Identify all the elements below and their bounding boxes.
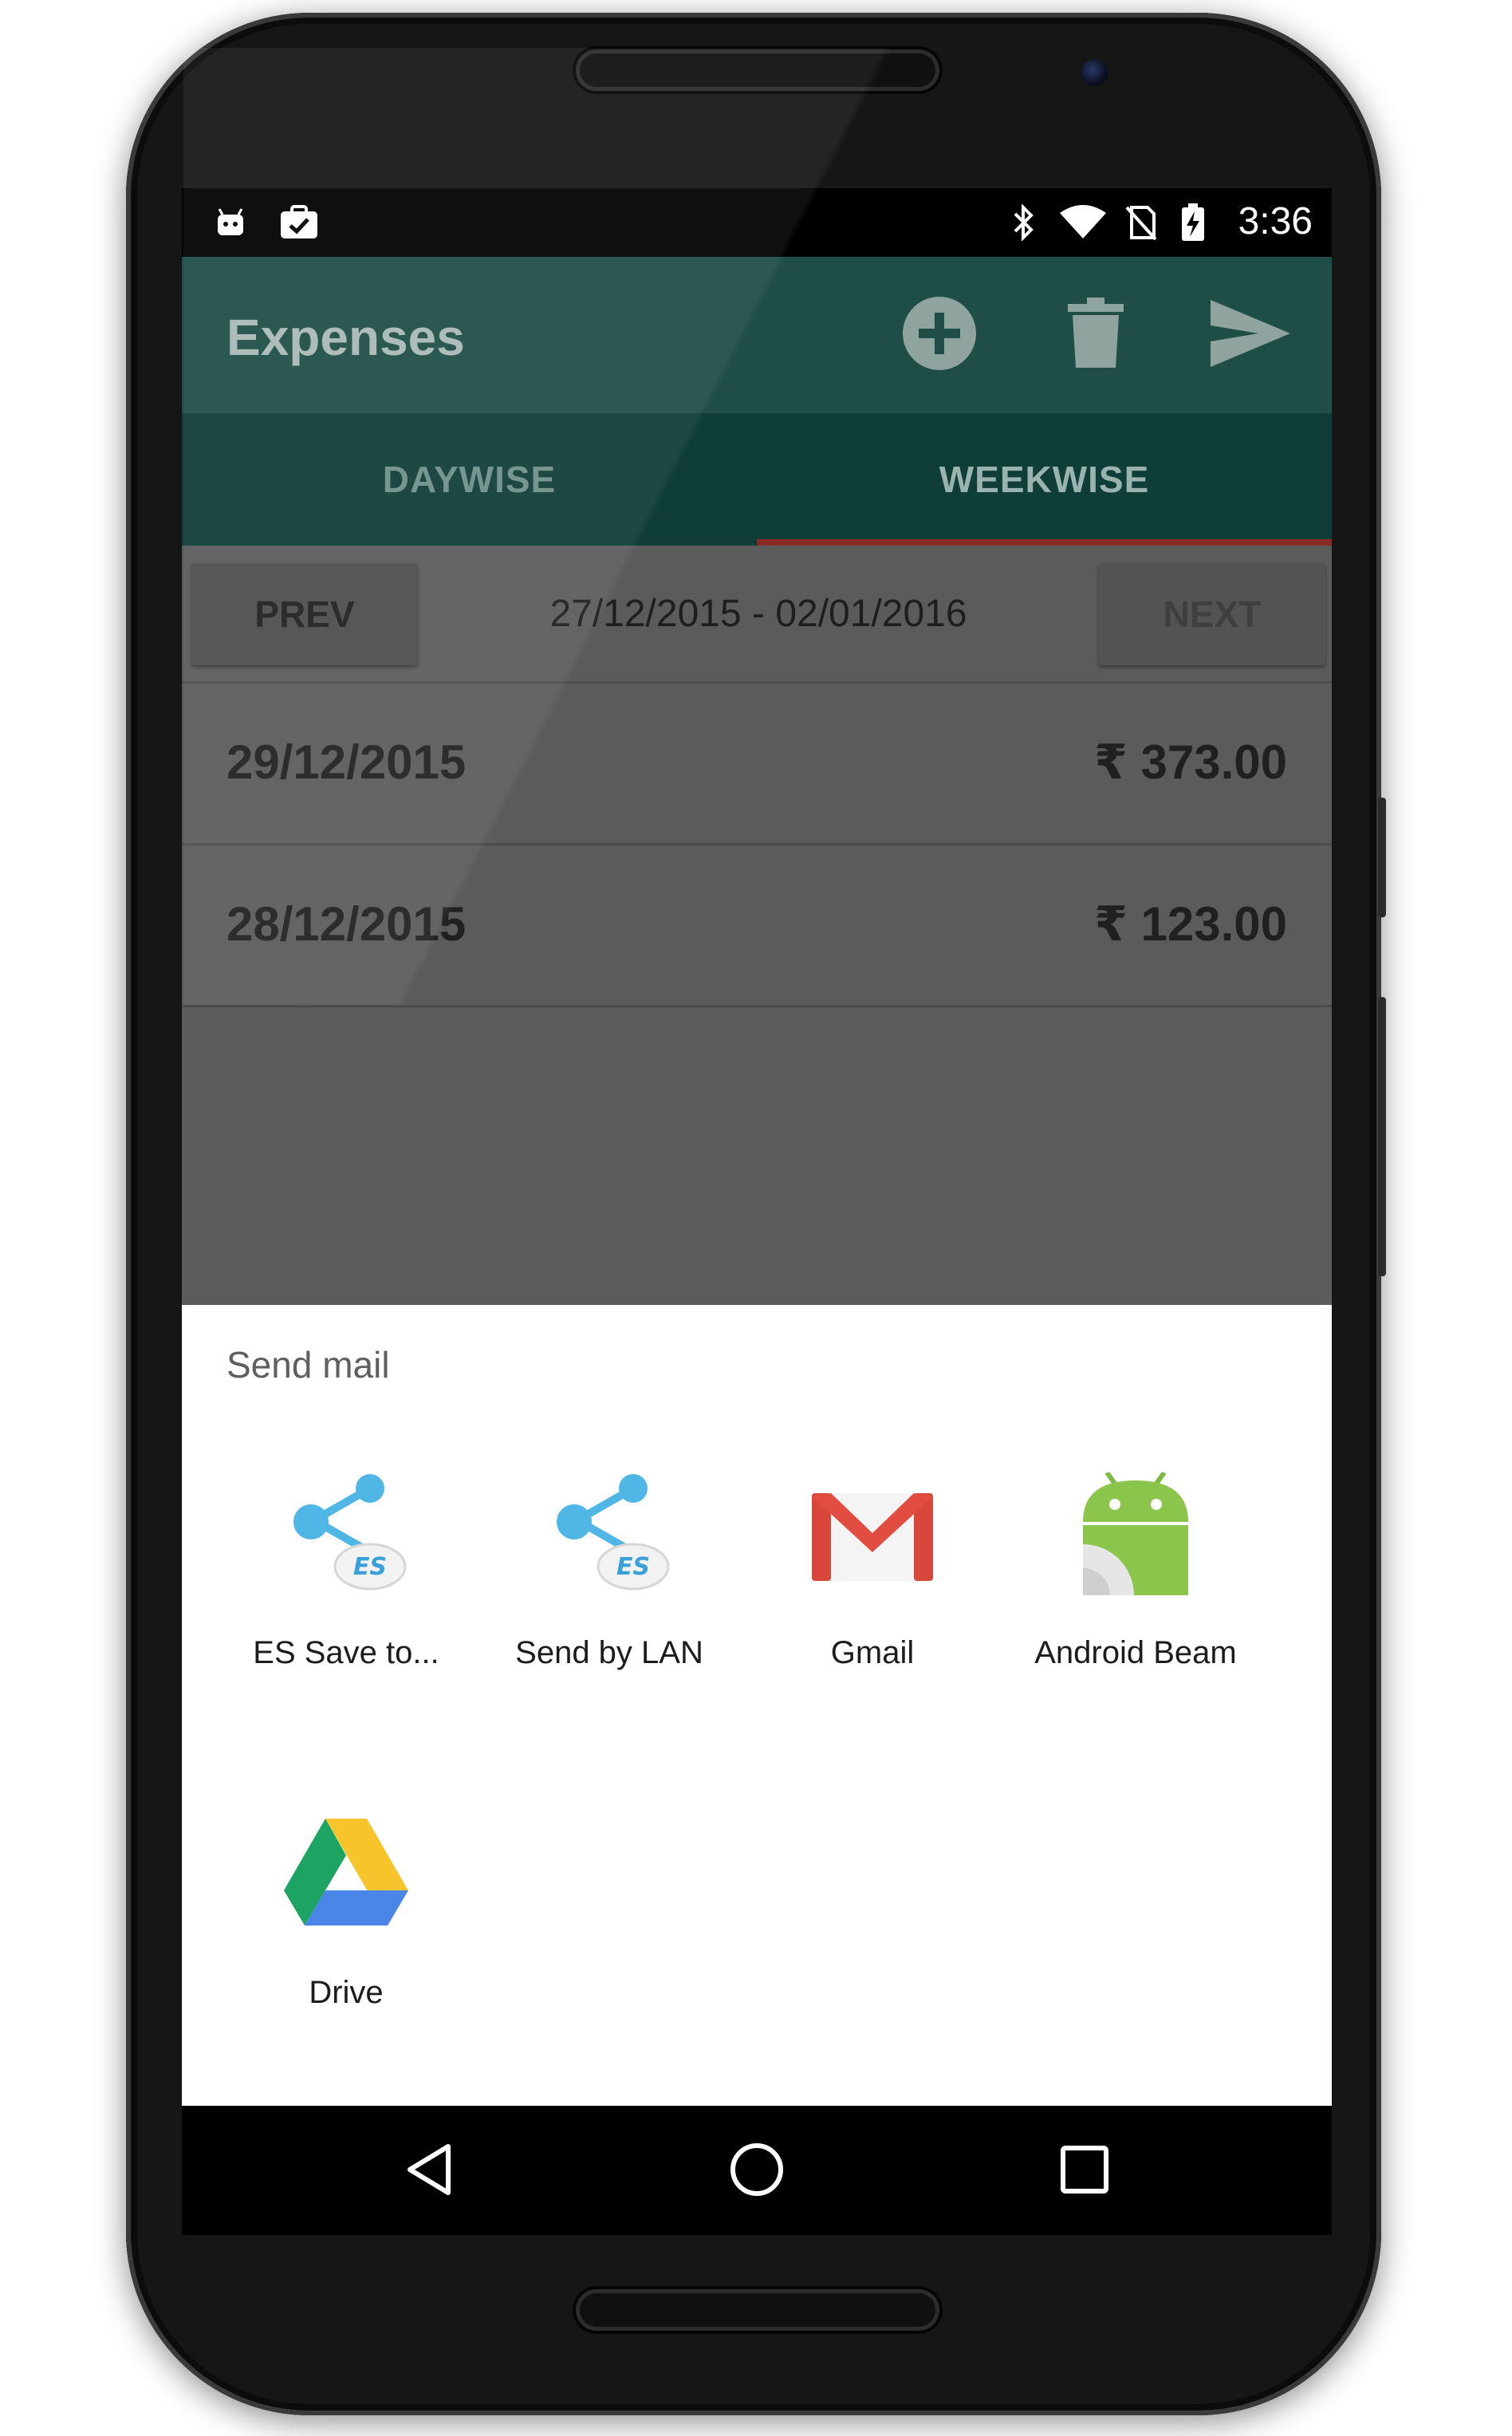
- share-target-gmail[interactable]: Gmail: [741, 1472, 1004, 1736]
- wifi-icon: [1057, 205, 1108, 239]
- share-target-label: Gmail: [830, 1635, 915, 1670]
- prev-button[interactable]: PREV: [191, 563, 418, 665]
- tab-bar: DAYWISE WEEKWISE: [182, 413, 1332, 546]
- recents-icon[interactable]: [1045, 2130, 1124, 2209]
- app-bar: Expenses: [182, 257, 1332, 413]
- send-icon[interactable]: [1211, 294, 1290, 373]
- android-beam-icon: [1072, 1471, 1199, 1600]
- share-sheet-title: Send mail: [226, 1344, 390, 1386]
- share-target-label: Send by LAN: [515, 1635, 703, 1670]
- bluetooth-icon: [1008, 204, 1040, 241]
- active-tab-indicator: [757, 539, 1332, 546]
- share-sheet: Send mail ES ES Save to... ES Send by LA…: [182, 1305, 1332, 2106]
- home-icon[interactable]: [717, 2130, 797, 2209]
- expense-date: 29/12/2015: [226, 735, 467, 789]
- earpiece-speaker: [576, 49, 939, 91]
- system-nav-bar: [182, 2106, 1332, 2235]
- battery-charging-icon: [1177, 203, 1209, 241]
- expense-amount: ₹ 123.00: [1094, 897, 1287, 951]
- app-title: Expenses: [226, 309, 465, 366]
- delete-icon[interactable]: [1056, 294, 1136, 373]
- share-target-android-beam[interactable]: Android Beam: [1004, 1471, 1267, 1736]
- tab-weekwise[interactable]: WEEKWISE: [757, 413, 1332, 546]
- bottom-speaker: [576, 2289, 939, 2331]
- power-button: [1378, 997, 1386, 1276]
- week-navigation: PREV 27/12/2015 - 02/01/2016 NEXT: [182, 546, 1332, 684]
- no-sim-icon: [1121, 206, 1161, 241]
- share-target-es-save[interactable]: ES ES Save to...: [215, 1472, 478, 1736]
- clipboard-check-icon: [278, 205, 321, 239]
- svg-text:ES: ES: [616, 1553, 650, 1581]
- share-target-label: Android Beam: [1034, 1635, 1237, 1670]
- status-clock: 3:36: [1238, 200, 1313, 242]
- status-bar: 3:36: [182, 188, 1332, 257]
- volume-button: [1378, 798, 1386, 917]
- expense-date: 28/12/2015: [226, 897, 467, 951]
- es-share-icon: ES: [545, 1472, 673, 1600]
- google-drive-icon: [282, 1812, 410, 1940]
- expense-row[interactable]: 28/12/2015 ₹ 123.00: [182, 846, 1332, 1007]
- share-target-label: Drive: [309, 1975, 384, 2010]
- android-notification-icon: [214, 206, 247, 239]
- screen: 3:36 Expenses DAYWISE WEEKWISE PREV 27/1…: [182, 188, 1332, 2235]
- expense-row[interactable]: 29/12/2015 ₹ 373.00: [182, 684, 1332, 846]
- add-circle-icon[interactable]: [900, 294, 979, 373]
- share-target-drive[interactable]: Drive: [215, 1812, 478, 2075]
- share-target-send-by-lan[interactable]: ES Send by LAN: [478, 1472, 741, 1736]
- week-range: 27/12/2015 - 02/01/2016: [549, 592, 967, 635]
- expense-amount: ₹ 373.00: [1094, 735, 1287, 789]
- share-target-label: ES Save to...: [253, 1635, 439, 1670]
- gmail-icon: [809, 1472, 936, 1600]
- tab-daywise[interactable]: DAYWISE: [182, 413, 757, 546]
- next-button[interactable]: NEXT: [1099, 563, 1325, 665]
- back-icon[interactable]: [389, 2130, 469, 2209]
- front-camera: [1081, 59, 1108, 86]
- svg-text:ES: ES: [353, 1553, 387, 1581]
- es-share-icon: ES: [282, 1472, 410, 1600]
